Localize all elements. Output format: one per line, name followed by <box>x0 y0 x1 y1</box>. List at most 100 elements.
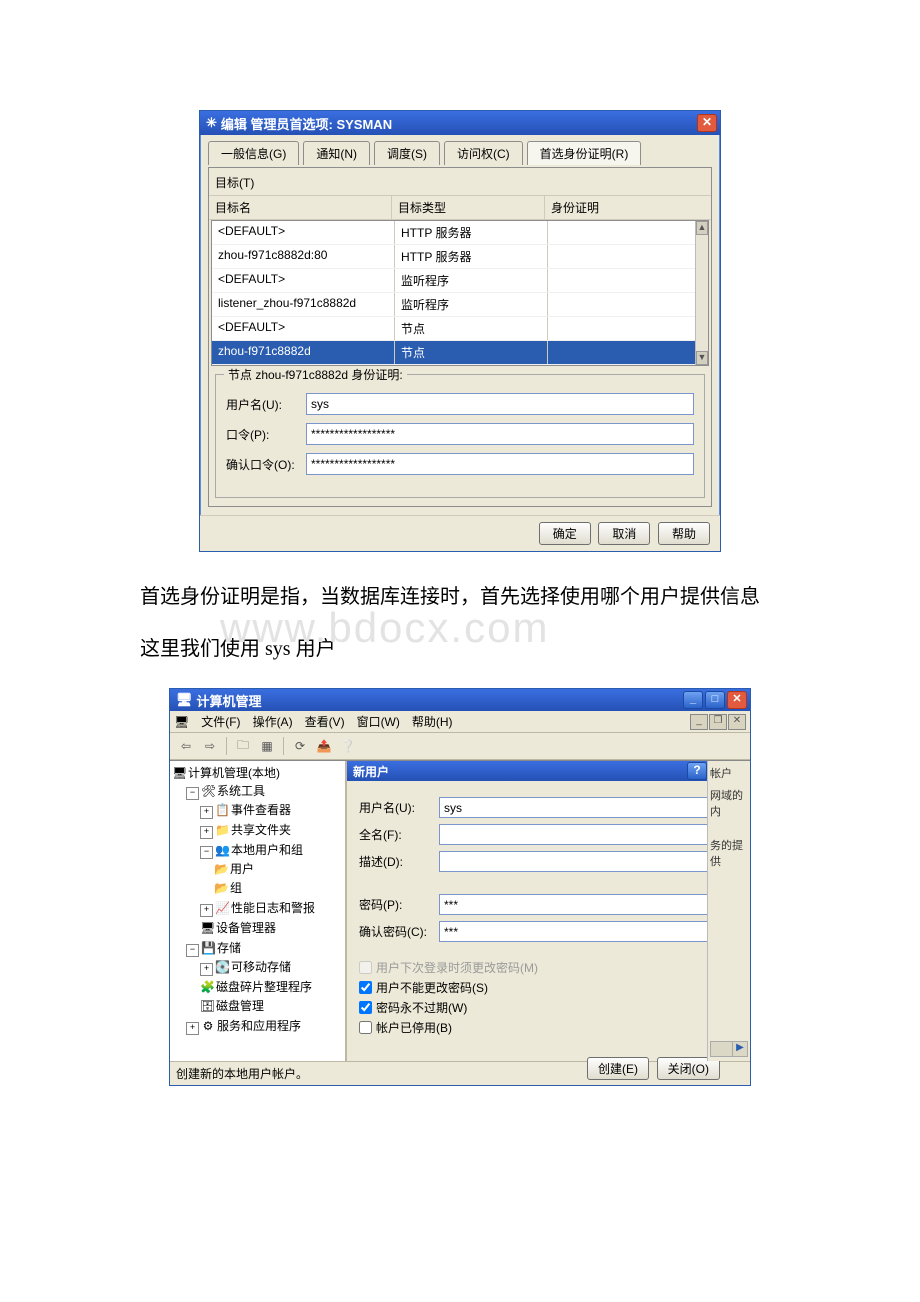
users-group-icon: 👥 <box>215 843 229 857</box>
tab-general[interactable]: 一般信息(G) <box>208 141 299 165</box>
help-icon[interactable]: ❔ <box>338 736 358 756</box>
target-table: <DEFAULT> HTTP 服务器 zhou-f971c8882d:80 HT… <box>211 220 709 366</box>
up-icon[interactable]: 🗀 <box>233 736 253 756</box>
chk-disabled[interactable]: 帐户已停用(B) <box>359 1019 720 1036</box>
table-row[interactable]: <DEFAULT> HTTP 服务器 <box>212 221 708 245</box>
close-icon[interactable]: ✕ <box>697 114 717 132</box>
tree-removable[interactable]: 可移动存储 <box>231 960 291 974</box>
username-label: 用户名(U): <box>226 396 306 413</box>
paragraph-1: 首选身份证明是指，当数据库连接时，首先选择使用哪个用户提供信息 <box>100 578 820 616</box>
table-row[interactable]: <DEFAULT> 节点 <box>212 317 708 341</box>
export-icon[interactable]: 📤 <box>314 736 334 756</box>
computer-management-window: 🖥 计算机管理 _ □ ✕ 🖥 文件(F) 操作(A) 查看(V) 窗口(W) … <box>169 688 751 1086</box>
mdi-window-controls: _ ❐ ✕ <box>690 714 746 730</box>
confirm-password-input[interactable] <box>306 453 694 475</box>
tab-notify[interactable]: 通知(N) <box>303 141 370 165</box>
create-button[interactable]: 创建(E) <box>587 1057 649 1080</box>
tree-groups[interactable]: 组 <box>230 881 242 895</box>
username-input[interactable] <box>306 393 694 415</box>
mdi-close-icon[interactable]: ✕ <box>728 714 746 730</box>
help-button[interactable]: 帮助 <box>658 522 710 545</box>
expand-icon[interactable]: + <box>186 1022 199 1035</box>
minimize-icon[interactable]: _ <box>683 691 703 709</box>
refresh-icon[interactable]: ⟳ <box>290 736 310 756</box>
maximize-icon[interactable]: □ <box>705 691 725 709</box>
folder-icon: 📂 <box>214 862 228 876</box>
menu-help[interactable]: 帮助(H) <box>412 713 453 730</box>
cancel-button[interactable]: 取消 <box>598 522 650 545</box>
expand-icon[interactable]: + <box>200 904 213 917</box>
col-target-type: 目标类型 <box>392 196 545 219</box>
expand-icon[interactable]: + <box>200 826 213 839</box>
table-row[interactable]: zhou-f971c8882d:80 HTTP 服务器 <box>212 245 708 269</box>
menu-view[interactable]: 查看(V) <box>305 713 345 730</box>
mdi-restore-icon[interactable]: ❐ <box>709 714 727 730</box>
tab-access[interactable]: 访问权(C) <box>444 141 523 165</box>
views-icon[interactable]: ▦ <box>257 736 277 756</box>
menu-file[interactable]: 文件(F) <box>201 713 240 730</box>
help-icon[interactable]: ? <box>687 762 707 780</box>
horizontal-scrollbar[interactable]: ▶ <box>710 1041 748 1057</box>
nu-password-input[interactable] <box>439 894 720 915</box>
tree-root[interactable]: 计算机管理(本地) <box>188 766 280 780</box>
tree-defrag[interactable]: 磁盘碎片整理程序 <box>216 980 312 994</box>
app-icon: 🖥 <box>176 692 193 708</box>
tree-device-manager[interactable]: 设备管理器 <box>216 921 276 935</box>
chk-cannot-change[interactable]: 用户不能更改密码(S) <box>359 979 720 996</box>
confirm-password-label: 确认口令(O): <box>226 456 306 473</box>
nu-description-input[interactable] <box>439 851 720 872</box>
nu-username-input[interactable] <box>439 797 720 818</box>
tree-storage[interactable]: 存储 <box>217 941 241 955</box>
expand-icon[interactable]: + <box>200 806 213 819</box>
close-icon[interactable]: ✕ <box>727 691 747 709</box>
collapse-icon[interactable]: − <box>200 846 213 859</box>
scrollbar[interactable]: ▲ ▼ <box>695 221 708 365</box>
scroll-up-icon[interactable]: ▲ <box>696 221 708 235</box>
back-icon[interactable]: ⇦ <box>176 736 196 756</box>
chk-never-expire-box[interactable] <box>359 1001 372 1014</box>
credentials-group: 节点 zhou-f971c8882d 身份证明: 用户名(U): 口令(P): … <box>215 374 705 498</box>
nu-confirm-password-input[interactable] <box>439 921 720 942</box>
body-text: www.bdocx.com 首选身份证明是指，当数据库连接时，首先选择使用哪个用… <box>100 578 820 668</box>
nav-tree[interactable]: 🖥计算机管理(本地) −🛠系统工具 +📋事件查看器 +📁共享文件夹 −👥本地用户… <box>170 761 347 1061</box>
ok-button[interactable]: 确定 <box>539 522 591 545</box>
tree-disk-mgmt[interactable]: 磁盘管理 <box>216 999 264 1013</box>
chk-never-expire[interactable]: 密码永不过期(W) <box>359 999 720 1016</box>
scroll-right-icon[interactable]: ▶ <box>732 1042 747 1056</box>
newuser-titlebar: 新用户 ? ✕ <box>347 761 732 781</box>
table-row[interactable]: listener_zhou-f971c8882d 监听程序 <box>212 293 708 317</box>
tree-users[interactable]: 用户 <box>230 862 254 876</box>
nu-fullname-input[interactable] <box>439 824 720 845</box>
chk-must-change: 用户下次登录时须更改密码(M) <box>359 959 720 976</box>
tab-schedule[interactable]: 调度(S) <box>374 141 440 165</box>
menu-action[interactable]: 操作(A) <box>253 713 293 730</box>
paragraph-2: 这里我们使用 sys 用户 <box>100 630 820 668</box>
tab-credentials[interactable]: 首选身份证明(R) <box>527 141 642 165</box>
password-label: 口令(P): <box>226 426 306 443</box>
collapse-icon[interactable]: − <box>186 944 199 957</box>
tree-local-users[interactable]: 本地用户和组 <box>231 843 303 857</box>
password-input[interactable] <box>306 423 694 445</box>
collapse-icon[interactable]: − <box>186 787 199 800</box>
menu-window[interactable]: 窗口(W) <box>357 713 400 730</box>
tree-performance[interactable]: 性能日志和警报 <box>231 901 315 915</box>
tree-event-viewer[interactable]: 事件查看器 <box>231 803 291 817</box>
toolbar: ⇦ ⇨ 🗀 ▦ ⟳ 📤 ❔ <box>170 733 750 760</box>
chk-cannot-change-box[interactable] <box>359 981 372 994</box>
tree-services[interactable]: 服务和应用程序 <box>217 1019 301 1033</box>
scroll-down-icon[interactable]: ▼ <box>696 351 708 365</box>
newuser-title: 新用户 <box>353 763 687 780</box>
event-icon: 📋 <box>215 803 229 817</box>
table-row-selected[interactable]: zhou-f971c8882d 节点 <box>212 341 708 365</box>
expand-icon[interactable]: + <box>200 963 213 976</box>
chk-disabled-box[interactable] <box>359 1021 372 1034</box>
mdi-minimize-icon[interactable]: _ <box>690 714 708 730</box>
forward-icon[interactable]: ⇨ <box>200 736 220 756</box>
defrag-icon: 🧩 <box>200 980 214 994</box>
tree-system-tools[interactable]: 系统工具 <box>217 784 265 798</box>
computer-icon: 🖥 <box>172 766 186 780</box>
table-row[interactable]: <DEFAULT> 监听程序 <box>212 269 708 293</box>
perf-icon: 📈 <box>215 901 229 915</box>
tree-shared-folders[interactable]: 共享文件夹 <box>231 823 291 837</box>
dialog-titlebar: ✳ 编辑 管理员首选项: SYSMAN ✕ <box>200 111 720 135</box>
